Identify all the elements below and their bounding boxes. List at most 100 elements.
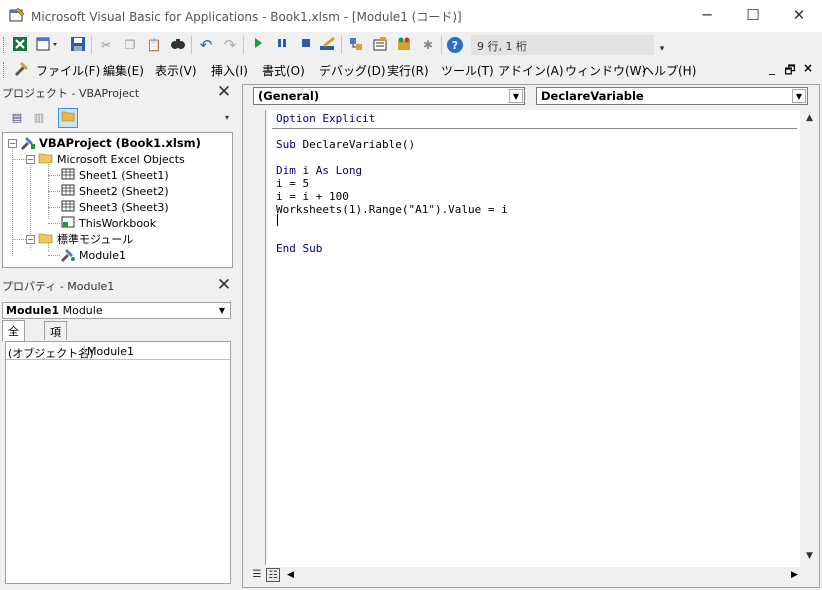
chevron-down-icon: ▼ <box>792 89 806 103</box>
menu-tools[interactable]: ツール(T) <box>441 62 494 79</box>
property-value[interactable]: Module1 <box>84 345 134 359</box>
code-line[interactable]: End Sub <box>276 242 322 255</box>
tree-item-label: Sheet3 (Sheet3) <box>79 200 169 214</box>
code-editor[interactable]: Option Explicit Sub DeclareVariable() Di… <box>267 110 800 570</box>
excel-view-icon[interactable] <box>11 36 29 54</box>
menu-file[interactable]: ファイル(F) <box>36 62 100 79</box>
find-icon[interactable] <box>169 36 187 54</box>
toolbar-grip[interactable] <box>3 37 6 53</box>
menu-edit[interactable]: 編集(E) <box>103 62 144 79</box>
properties-pane-header: プロパティ - Module1 ✕ <box>0 275 235 295</box>
tree-item-label: Sheet1 (Sheet1) <box>79 168 169 182</box>
maximize-button[interactable]: ☐ <box>730 0 776 32</box>
expand-vbaproject-toggle[interactable]: − <box>8 139 17 148</box>
tree-item-sheet2[interactable]: Sheet2 (Sheet2) <box>60 183 169 199</box>
properties-pane-close-button[interactable]: ✕ <box>215 276 233 294</box>
toolbox-icon[interactable]: ✱ <box>419 36 437 54</box>
view-code-icon[interactable]: ▤ <box>7 108 27 128</box>
tree-item-sheet1[interactable]: Sheet1 (Sheet1) <box>60 167 169 183</box>
tree-item-label: 標準モジュール <box>57 233 134 246</box>
object-combo[interactable]: (General) ▼ <box>253 87 525 105</box>
code-line[interactable]: Sub DeclareVariable() <box>276 138 415 151</box>
scroll-up-icon[interactable]: ▲ <box>801 110 818 127</box>
copy-icon[interactable]: ❐ <box>121 36 139 54</box>
project-pane-close-button[interactable]: ✕ <box>215 83 233 101</box>
menu-addins[interactable]: アドイン(A) <box>498 62 564 79</box>
code-line[interactable]: Dim i As Long <box>276 164 362 177</box>
code-line[interactable]: Option Explicit <box>276 112 375 125</box>
margin-indicator-bar[interactable] <box>248 110 266 565</box>
menu-help[interactable]: ヘルプ(H) <box>642 62 696 79</box>
scroll-left-icon[interactable]: ◀ <box>282 567 299 584</box>
design-mode-icon[interactable] <box>319 36 337 54</box>
tab-categorized[interactable]: 項目別 <box>44 321 67 371</box>
menubar-grip[interactable] <box>3 62 6 78</box>
project-toolbar: ▤ ▥ ▾ <box>0 105 235 131</box>
tree-item-excel-objects[interactable]: Microsoft Excel Objects <box>38 151 185 167</box>
tree-item-thisworkbook[interactable]: ThisWorkbook <box>60 215 156 231</box>
object-browser-icon[interactable] <box>395 36 413 54</box>
redo-icon[interactable]: ↷ <box>221 36 239 54</box>
tree-item-sheet3[interactable]: Sheet3 (Sheet3) <box>60 199 169 215</box>
toolbar-options-icon[interactable]: ▾ <box>657 36 667 54</box>
minimize-button[interactable]: ─ <box>684 0 730 32</box>
worksheet-icon <box>60 200 76 214</box>
object-name: Module1 <box>6 304 60 317</box>
menu-run[interactable]: 実行(R) <box>387 62 429 79</box>
tree-item-label: Sheet2 (Sheet2) <box>79 184 169 198</box>
expand-modules-toggle[interactable]: − <box>26 235 35 244</box>
menu-insert[interactable]: 挿入(I) <box>211 62 248 79</box>
menu-view[interactable]: 表示(V) <box>155 62 197 79</box>
standard-toolbar: ✂ ❐ 📋 ↶ ↷ ✱ ? 9 行, 1 桁 ▾ <box>0 32 822 58</box>
code-line[interactable]: Worksheets(1).Range("A1").Value = i <box>276 203 508 216</box>
module-icon <box>60 248 76 262</box>
procedure-view-icon[interactable]: ☰ <box>250 568 264 582</box>
mdi-minimize-button[interactable]: _ <box>764 61 780 75</box>
vertical-scrollbar[interactable]: ▲ ▼ <box>801 110 818 570</box>
horizontal-scrollbar[interactable] <box>300 567 793 584</box>
properties-icon[interactable] <box>371 36 389 54</box>
window-title: Microsoft Visual Basic for Applications … <box>31 10 462 24</box>
tree-item-vbaproject[interactable]: VBAProject (Book1.xlsm) <box>20 135 201 151</box>
vbaproject-icon <box>20 136 36 150</box>
tree-item-label: Module1 <box>79 248 126 262</box>
cut-icon[interactable]: ✂ <box>97 36 115 54</box>
scroll-down-icon[interactable]: ▼ <box>801 548 818 565</box>
mdi-close-button[interactable]: × <box>800 61 816 75</box>
view-object-icon[interactable]: ▥ <box>29 108 49 128</box>
project-explorer-icon[interactable] <box>347 36 365 54</box>
code-line[interactable]: i = 5 <box>276 177 309 190</box>
help-icon[interactable]: ? <box>446 36 464 54</box>
vba-menu-icon[interactable] <box>12 60 30 78</box>
menu-debug[interactable]: デバッグ(D) <box>319 62 386 79</box>
project-toolbar-options-icon[interactable]: ▾ <box>222 108 232 128</box>
object-combo-value: (General) <box>258 89 320 103</box>
save-icon[interactable] <box>69 36 87 54</box>
close-button[interactable]: ✕ <box>776 0 822 32</box>
paste-icon[interactable]: 📋 <box>145 36 163 54</box>
toggle-folders-icon[interactable] <box>58 108 78 128</box>
expand-excel-objects-toggle[interactable]: − <box>26 155 35 164</box>
procedure-combo[interactable]: DeclareVariable ▼ <box>536 87 808 105</box>
property-row-name[interactable]: (オブジェクト名) Module1 <box>6 344 230 360</box>
text-caret <box>277 214 278 226</box>
menu-window[interactable]: ウィンドウ(W) <box>565 62 646 79</box>
tab-alphabetic[interactable]: 全体 <box>2 320 25 354</box>
mdi-restore-button[interactable]: 🗗 <box>782 61 798 82</box>
properties-object-select[interactable]: Module1 Module ▼ <box>2 302 231 319</box>
worksheet-icon <box>60 184 76 198</box>
svg-text:?: ? <box>452 39 458 52</box>
code-line[interactable]: i = i + 100 <box>276 190 349 203</box>
menu-format[interactable]: 書式(O) <box>262 62 305 79</box>
code-window: (General) ▼ DeclareVariable ▼ Option Exp… <box>242 84 820 588</box>
scroll-right-icon[interactable]: ▶ <box>786 567 803 584</box>
tree-item-standard-modules[interactable]: 標準モジュール <box>38 231 133 247</box>
run-icon[interactable] <box>249 36 267 54</box>
reset-icon[interactable] <box>297 36 315 54</box>
break-icon[interactable] <box>273 36 291 54</box>
folder-open-icon <box>38 152 54 166</box>
full-module-view-icon[interactable]: ☷ <box>266 568 280 582</box>
insert-module-icon[interactable] <box>35 36 61 54</box>
undo-icon[interactable]: ↶ <box>197 36 215 54</box>
tree-item-module1[interactable]: Module1 <box>60 247 126 263</box>
